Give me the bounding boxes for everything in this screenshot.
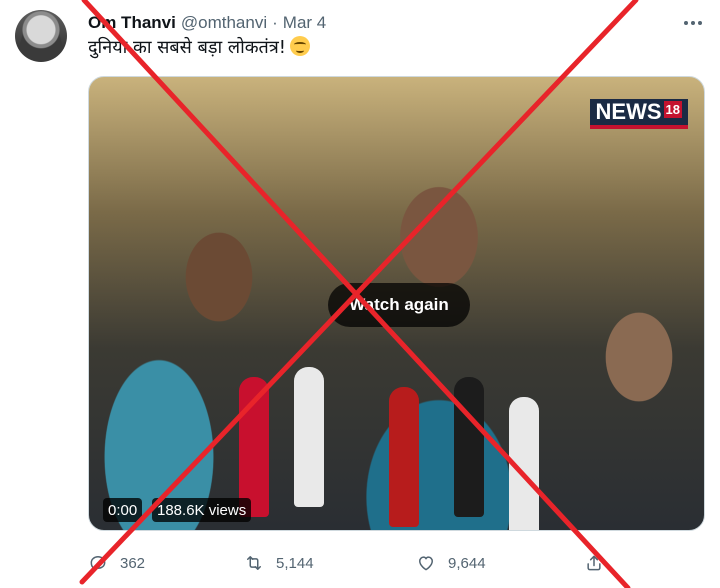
separator-dot: · <box>272 13 278 32</box>
reply-button[interactable]: 362 <box>88 548 145 578</box>
video-player[interactable]: NEWS 18 Watch again 0:00 188.6K views <box>88 76 705 531</box>
share-button[interactable] <box>584 548 616 578</box>
like-count: 9,644 <box>448 554 486 572</box>
avatar[interactable] <box>15 10 67 62</box>
tweet-text: दुनिया का सबसे बड़ा लोकतंत्र! <box>88 36 310 60</box>
retweet-icon <box>247 556 261 570</box>
heart-icon <box>419 556 433 571</box>
elapsed-time: 0:00 <box>103 498 143 522</box>
like-button[interactable]: 9,644 <box>416 548 486 578</box>
reply-icon <box>90 556 106 572</box>
microphone <box>294 367 324 507</box>
microphone <box>389 387 419 527</box>
microphone <box>454 377 484 517</box>
more-options-icon[interactable] <box>682 12 704 34</box>
watch-again-button[interactable]: Watch again <box>328 283 470 327</box>
tweet-header: Om Thanvi @omthanvi · Mar 4 <box>88 11 326 35</box>
view-count: 188.6K views <box>152 498 252 522</box>
tweet-text-content: दुनिया का सबसे बड़ा लोकतंत्र! <box>88 37 286 58</box>
reply-count: 362 <box>120 554 146 572</box>
tweet-date[interactable]: Mar 4 <box>283 13 326 33</box>
share-icon <box>587 555 601 571</box>
logo-sup: 18 <box>663 101 682 118</box>
author-handle[interactable]: @omthanvi <box>181 13 267 33</box>
microphone <box>509 397 539 530</box>
microphone <box>239 377 269 517</box>
news18-logo: NEWS 18 <box>589 99 688 129</box>
smirk-face-icon <box>289 36 310 56</box>
retweet-count: 5,144 <box>276 554 314 572</box>
retweet-button[interactable]: 5,144 <box>244 548 314 578</box>
author-name[interactable]: Om Thanvi <box>88 13 176 33</box>
logo-text: NEWS <box>595 99 662 124</box>
tweet-actions: 362 5,144 9,644 <box>88 548 608 578</box>
